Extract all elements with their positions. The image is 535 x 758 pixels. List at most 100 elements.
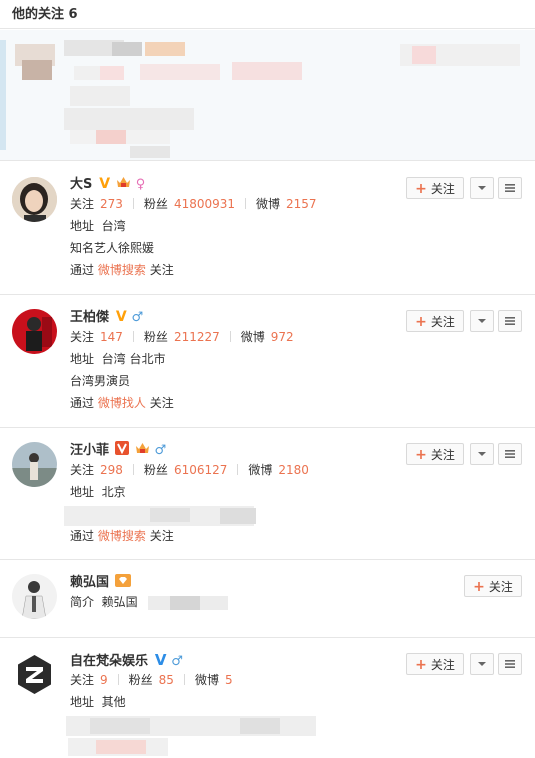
weibo-count[interactable]: 5 [225, 673, 233, 687]
plus-icon: + [415, 657, 427, 673]
via-label: 通过 [70, 529, 95, 543]
follow-suffix: 关注 [149, 529, 174, 543]
blur-block [412, 46, 436, 64]
address-label: 地址 [70, 695, 95, 709]
address-value: 其他 [101, 695, 126, 709]
menu-icon [505, 317, 515, 325]
verified-gold-icon: V [99, 176, 111, 192]
user-item: 王柏傑 V ♂ 关注 147 粉丝 211227 微博 972 地址 台湾 台北市 台湾男… [0, 295, 535, 428]
intro-value: 赖弘国 [101, 595, 138, 609]
plus-icon: + [415, 314, 427, 330]
dropdown-button[interactable] [470, 443, 494, 465]
male-icon: ♂ [171, 654, 183, 669]
menu-icon [505, 660, 515, 668]
blur-block [140, 64, 220, 80]
divider [132, 331, 134, 342]
user-bio: 台湾男演员 [70, 374, 131, 388]
fans-count[interactable]: 211227 [174, 330, 220, 344]
menu-button[interactable] [498, 177, 522, 199]
menu-button[interactable] [498, 443, 522, 465]
following-count[interactable]: 298 [100, 463, 123, 477]
avatar[interactable] [12, 309, 57, 354]
follow-button[interactable]: + 关注 [406, 310, 464, 332]
divider [183, 674, 185, 685]
divider [117, 674, 119, 685]
user-name[interactable]: 赖弘国 [70, 575, 109, 590]
divider [229, 331, 231, 342]
menu-button[interactable] [498, 653, 522, 675]
follow-button-label: 关注 [430, 182, 455, 196]
blur-block [150, 508, 190, 522]
blur-block [22, 60, 52, 80]
diamond-icon [114, 573, 131, 592]
chevron-down-icon [478, 319, 486, 323]
blur-block [96, 740, 146, 754]
blur-block [112, 42, 142, 56]
via-label: 通过 [70, 263, 95, 277]
divider [237, 464, 239, 475]
fans-label: 粉丝 [143, 197, 168, 211]
divider [245, 198, 247, 209]
follow-button[interactable]: + 关注 [406, 443, 464, 465]
follow-button[interactable]: + 关注 [464, 575, 522, 597]
avatar[interactable] [12, 652, 57, 697]
fans-count[interactable]: 85 [159, 673, 174, 687]
follow-button-label: 关注 [430, 448, 455, 462]
fans-label: 粉丝 [128, 673, 153, 687]
menu-icon [505, 184, 515, 192]
following-count[interactable]: 9 [100, 673, 108, 687]
intro-label: 简介 [70, 595, 95, 609]
address-value: 北京 [101, 485, 126, 499]
blurred-bio [66, 713, 316, 736]
following-label: 关注 [70, 673, 95, 687]
follow-button[interactable]: + 关注 [406, 177, 464, 199]
user-name[interactable]: 汪小菲 [70, 443, 109, 458]
fans-label: 粉丝 [143, 330, 168, 344]
dropdown-button[interactable] [470, 653, 494, 675]
blur-strip [0, 40, 6, 150]
avatar[interactable] [12, 177, 57, 222]
fans-label: 粉丝 [143, 463, 168, 477]
follow-button-label: 关注 [488, 580, 513, 594]
female-icon: ♀ [135, 177, 146, 192]
verified-red-icon [114, 441, 129, 460]
source-link[interactable]: 微博搜索 [98, 529, 146, 543]
user-name[interactable]: 王柏傑 [70, 310, 109, 325]
plus-icon: + [473, 579, 485, 595]
address-value: 台湾 台北市 [101, 352, 166, 366]
dropdown-button[interactable] [470, 310, 494, 332]
verified-gold-icon: V [115, 309, 127, 325]
page-header: 他的关注 6 [0, 0, 535, 29]
user-name[interactable]: 大S [70, 177, 92, 192]
source-link[interactable]: 微博找人 [98, 396, 146, 410]
via-label: 通过 [70, 396, 95, 410]
weibo-count[interactable]: 2157 [286, 197, 317, 211]
weibo-count[interactable]: 2180 [278, 463, 309, 477]
following-count[interactable]: 273 [100, 197, 123, 211]
menu-icon [505, 450, 515, 458]
verified-blue-icon: V [154, 651, 167, 669]
menu-button[interactable] [498, 310, 522, 332]
fans-count[interactable]: 41800931 [174, 197, 235, 211]
address-label: 地址 [70, 219, 95, 233]
user-bio: 知名艺人徐熙媛 [70, 241, 155, 255]
blur-block [64, 108, 194, 130]
fans-count[interactable]: 6106127 [174, 463, 227, 477]
weibo-count[interactable]: 972 [271, 330, 294, 344]
weibo-label: 微博 [240, 330, 265, 344]
crown-icon [116, 176, 131, 194]
dropdown-button[interactable] [470, 177, 494, 199]
blurred-source [68, 735, 233, 757]
blur-block [90, 718, 150, 734]
avatar[interactable] [12, 574, 57, 619]
user-item: 大S V ♀ 关注 273 粉丝 41800931 微博 2157 地址 台湾 知名艺人徐… [0, 162, 535, 295]
user-name[interactable]: 自在梵朵娱乐 [70, 654, 148, 669]
follow-button[interactable]: + 关注 [406, 653, 464, 675]
avatar[interactable] [12, 442, 57, 487]
source-link[interactable]: 微博搜索 [98, 263, 146, 277]
following-count[interactable]: 147 [100, 330, 123, 344]
male-icon: ♂ [154, 443, 167, 458]
chevron-down-icon [478, 452, 486, 456]
follow-suffix: 关注 [149, 396, 174, 410]
blurred-card [0, 30, 535, 161]
